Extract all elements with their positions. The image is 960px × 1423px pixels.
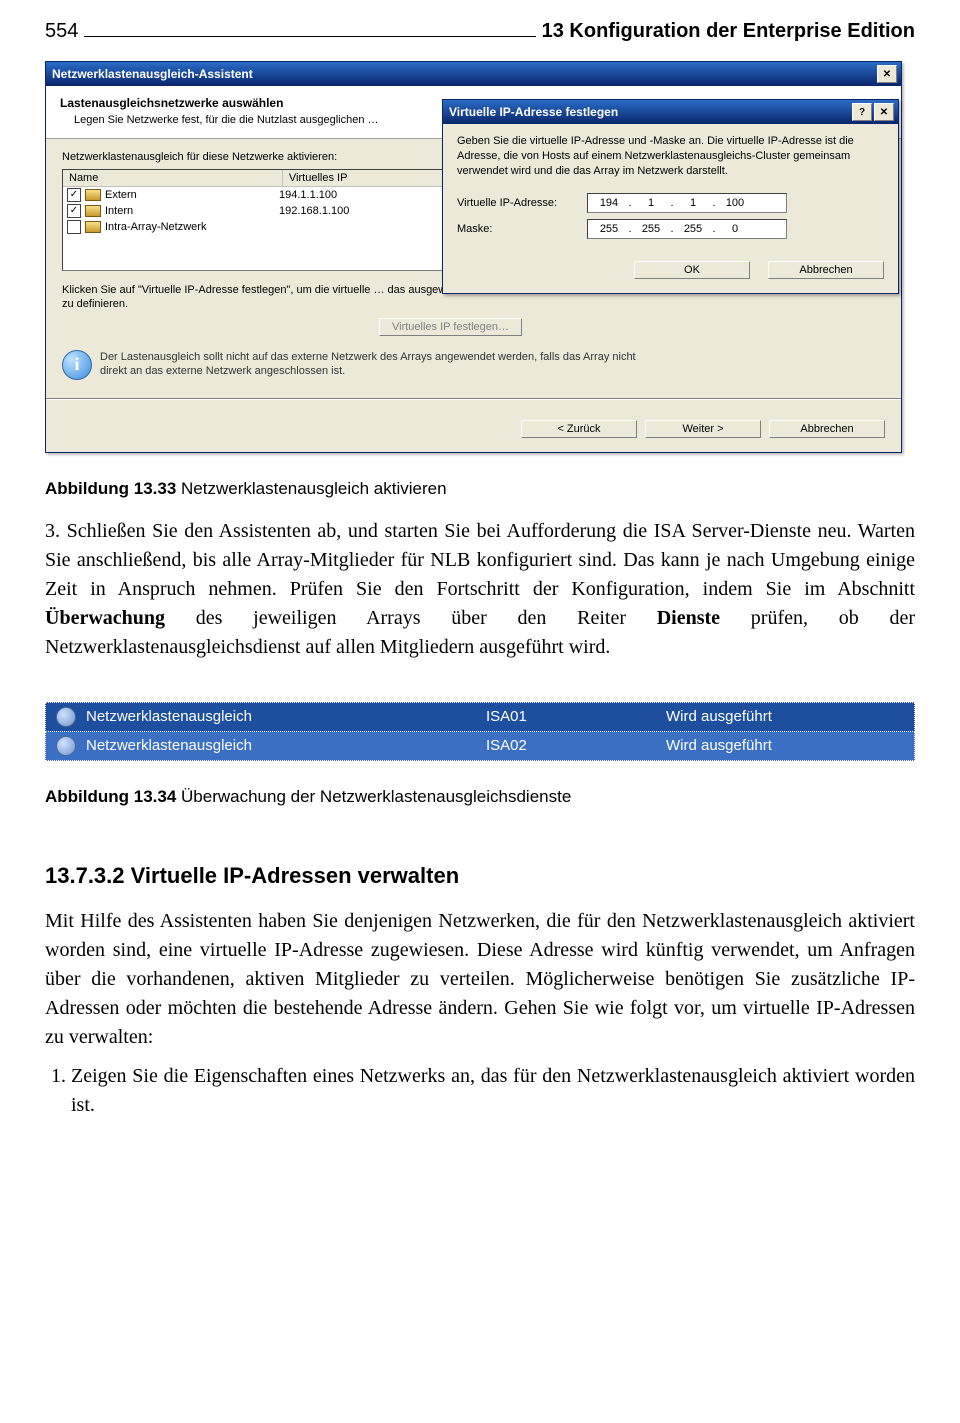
service-name: Netzwerklastenausgleich — [86, 737, 252, 754]
wizard-title: Netzwerklastenausgleich-Assistent — [52, 67, 253, 81]
service-icon — [56, 736, 76, 756]
ip-octet: 1 — [676, 197, 710, 209]
caption-number: Abbildung 13.33 — [45, 479, 176, 498]
wizard-titlebar: Netzwerklastenausgleich-Assistent ✕ — [46, 62, 901, 86]
col-name: Name — [63, 170, 283, 186]
table-row: Netzwerklastenausgleich ISA01 Wird ausge… — [45, 702, 915, 732]
network-name: Extern — [105, 189, 137, 201]
wizard-info-text: Der Lastenausgleich sollt nicht auf das … — [100, 350, 660, 379]
ip-octet: 100 — [718, 197, 752, 209]
body-text-bold: Überwachung — [45, 607, 165, 629]
monitoring-table: Netzwerklastenausgleich ISA01 Wird ausge… — [45, 702, 915, 761]
back-button[interactable]: < Zurück — [521, 420, 637, 438]
vip-dialog: Virtuelle IP-Adresse festlegen ? ✕ Geben… — [442, 99, 899, 294]
wizard-footer: < Zurück Weiter > Abbrechen — [46, 408, 901, 452]
body-text-fragment: des jeweiligen Arrays über den Reiter — [165, 607, 657, 629]
vip-cancel-button[interactable]: Abbrechen — [768, 261, 884, 279]
wizard-info-row: i Der Lastenausgleich sollt nicht auf da… — [62, 350, 885, 380]
page-header: 554 13 Konfiguration der Enterprise Edit… — [45, 20, 915, 43]
vip-dialog-title: Virtuelle IP-Adresse festlegen — [449, 105, 618, 119]
mask-octet: 255 — [634, 223, 668, 235]
figure-caption: Abbildung 13.34 Überwachung der Netzwerk… — [45, 787, 915, 807]
server-name: ISA02 — [486, 737, 666, 754]
section-paragraph: Mit Hilfe des Assistenten haben Sie denj… — [45, 907, 915, 1052]
vip-ip-input[interactable]: 194. 1. 1. 100 — [587, 193, 787, 213]
list-item[interactable]: ✓ Extern 194.1.1.100 — [63, 187, 493, 203]
figure-caption: Abbildung 13.33 Netzwerklastenausgleich … — [45, 479, 915, 499]
network-name: Intern — [105, 205, 133, 217]
service-status: Wird ausgeführt — [666, 708, 904, 725]
help-icon[interactable]: ? — [852, 103, 872, 121]
caption-text: Netzwerklastenausgleich aktivieren — [176, 479, 446, 498]
vip-dialog-intro: Geben Sie die virtuelle IP-Adresse und -… — [443, 124, 898, 183]
network-name: Intra-Array-Netzwerk — [105, 221, 206, 233]
vip-ok-button[interactable]: OK — [634, 261, 750, 279]
body-text-fragment: 3. Schließen Sie den Assistenten ab, und… — [45, 520, 915, 600]
mask-octet: 255 — [592, 223, 626, 235]
step-item: Zeigen Sie die Eigenschaften eines Netzw… — [71, 1062, 915, 1120]
listview-header: Name Virtuelles IP — [63, 170, 493, 187]
vip-mask-input[interactable]: 255. 255. 255. 0 — [587, 219, 787, 239]
network-listview[interactable]: Name Virtuelles IP ✓ Extern 194.1.1.100 … — [62, 169, 494, 271]
close-icon[interactable]: ✕ — [877, 65, 897, 83]
cancel-button[interactable]: Abbrechen — [769, 420, 885, 438]
wizard-body: Virtuelle IP-Adresse festlegen ? ✕ Geben… — [46, 139, 901, 408]
vip-dialog-form: Virtuelle IP-Adresse: 194. 1. 1. 100 Mas… — [443, 183, 898, 251]
vip-dialog-titlebar: Virtuelle IP-Adresse festlegen ? ✕ — [443, 100, 898, 124]
page-number: 554 — [45, 20, 78, 43]
network-adapter-icon — [85, 189, 101, 201]
steps-list: Zeigen Sie die Eigenschaften eines Netzw… — [45, 1062, 915, 1120]
section-heading: 13.7.3.2 Virtuelle IP-Adressen verwalten — [45, 863, 915, 889]
header-rule — [84, 20, 535, 37]
checkbox-icon[interactable]: ✓ — [67, 188, 81, 202]
mask-octet: 0 — [718, 223, 752, 235]
caption-text: Überwachung der Netzwerklastenausgleichs… — [176, 787, 571, 806]
body-paragraph: 3. Schließen Sie den Assistenten ab, und… — [45, 517, 915, 662]
table-row: Netzwerklastenausgleich ISA02 Wird ausge… — [45, 732, 915, 761]
define-vip-button: Virtuelles IP festlegen… — [379, 318, 522, 336]
network-adapter-icon — [85, 221, 101, 233]
next-button[interactable]: Weiter > — [645, 420, 761, 438]
checkbox-icon[interactable]: ✓ — [67, 204, 81, 218]
vip-mask-label: Maske: — [457, 223, 587, 235]
chapter-title: 13 Konfiguration der Enterprise Edition — [542, 20, 915, 43]
service-icon — [56, 707, 76, 727]
vip-ip-label: Virtuelle IP-Adresse: — [457, 197, 587, 209]
ip-octet: 194 — [592, 197, 626, 209]
mask-octet: 255 — [676, 223, 710, 235]
checkbox-icon[interactable] — [67, 220, 81, 234]
server-name: ISA01 — [486, 708, 666, 725]
service-status: Wird ausgeführt — [666, 737, 904, 754]
ip-octet: 1 — [634, 197, 668, 209]
service-name: Netzwerklastenausgleich — [86, 708, 252, 725]
list-item[interactable]: Intra-Array-Netzwerk — [63, 219, 493, 235]
wizard-window: Netzwerklastenausgleich-Assistent ✕ Last… — [45, 61, 902, 453]
list-item[interactable]: ✓ Intern 192.168.1.100 — [63, 203, 493, 219]
body-text-bold: Dienste — [657, 607, 720, 629]
wizard-separator — [46, 398, 901, 400]
caption-number: Abbildung 13.34 — [45, 787, 176, 806]
info-icon: i — [62, 350, 92, 380]
network-adapter-icon — [85, 205, 101, 217]
close-icon[interactable]: ✕ — [874, 103, 894, 121]
